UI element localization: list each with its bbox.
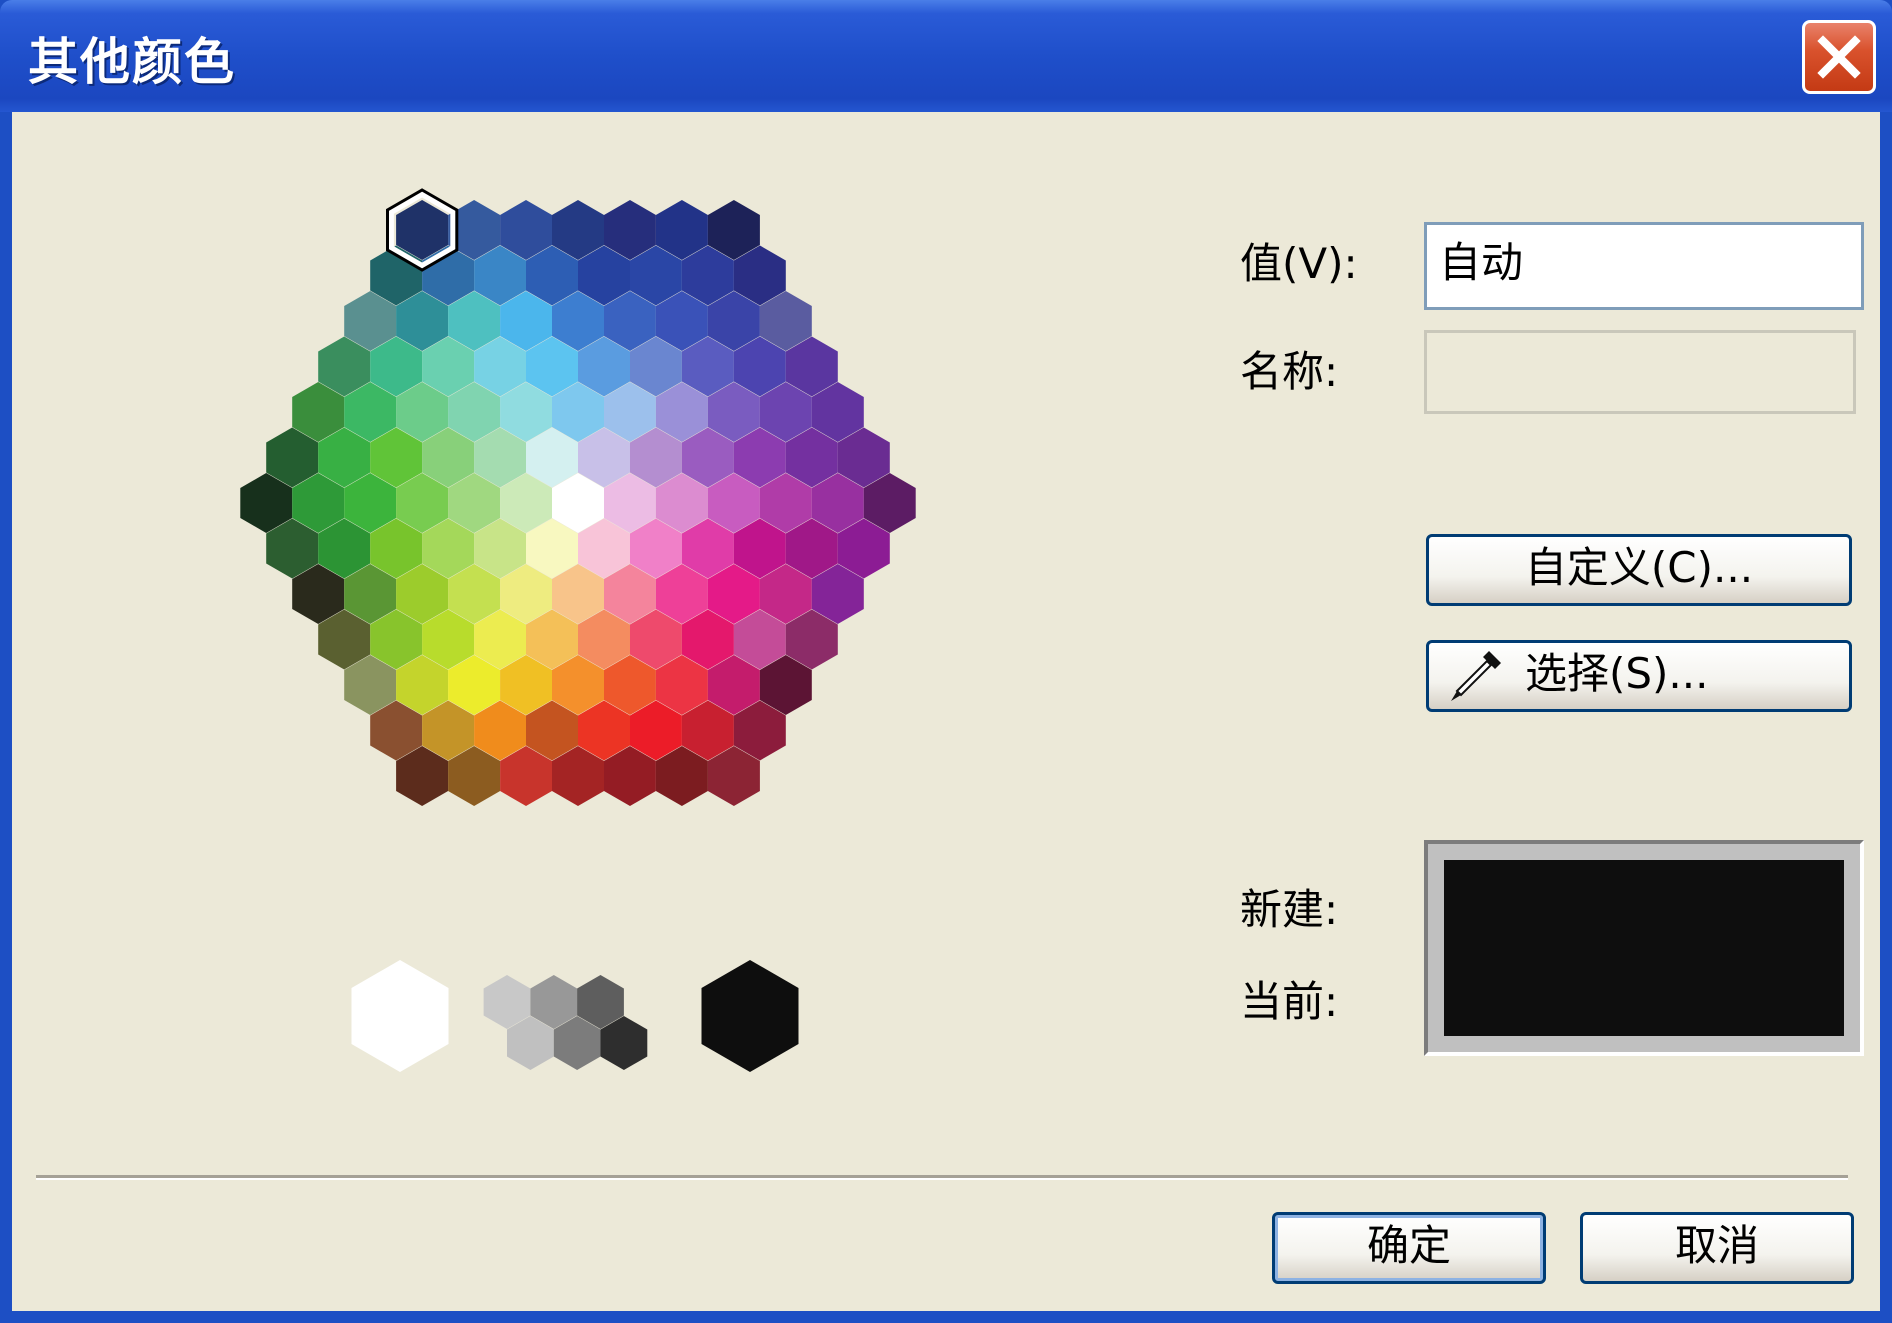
pick-button-label: 选择(S)... (1525, 649, 1709, 698)
ok-button[interactable]: 确定 (1272, 1212, 1546, 1284)
value-label: 值(V): (1240, 239, 1358, 288)
new-label: 新建: (1240, 885, 1339, 934)
new-color-swatch (1444, 860, 1844, 1036)
custom-button[interactable]: 自定义(C)... (1426, 534, 1852, 606)
pick-button[interactable]: 选择(S)... (1426, 640, 1852, 712)
white-swatch[interactable] (351, 960, 449, 1072)
current-label: 当前: (1240, 977, 1339, 1026)
eyedropper-icon (1451, 651, 1501, 701)
black-swatch[interactable] (701, 960, 799, 1072)
name-field (1424, 330, 1856, 414)
separator (36, 1175, 1848, 1180)
cancel-button[interactable]: 取消 (1580, 1212, 1854, 1284)
color-preview (1424, 840, 1864, 1056)
value-field[interactable]: 自动 (1424, 222, 1864, 310)
name-label: 名称: (1240, 347, 1339, 396)
